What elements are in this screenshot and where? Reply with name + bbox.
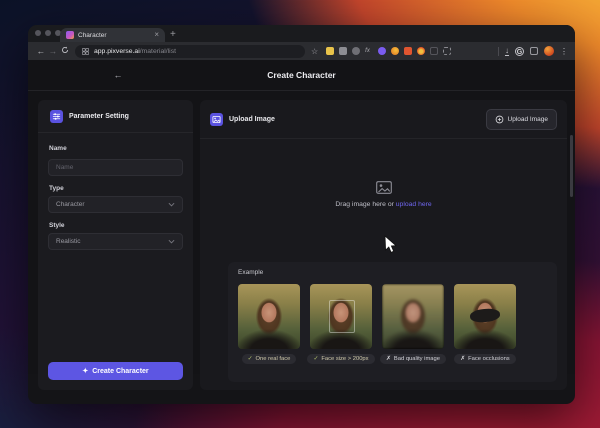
example-title: Example: [238, 269, 557, 276]
traffic-light-minimize[interactable]: [45, 30, 51, 36]
desktop-wallpaper: Character × + ← → app.pixverse.ai/materi…: [0, 0, 600, 428]
upload-panel-title: Upload Image: [229, 116, 275, 123]
name-input[interactable]: [48, 159, 183, 176]
example-row: ✓ One real face ✓ Face size > 200px: [228, 284, 557, 364]
cross-icon: ✗: [386, 356, 391, 362]
extension-icon[interactable]: [352, 47, 360, 55]
extension-icon[interactable]: [430, 47, 438, 55]
example-card-face-occlusions: ✗ Face occlusions: [454, 284, 516, 364]
url-path: /material/list: [140, 48, 176, 55]
check-icon: ✓: [248, 356, 253, 362]
example-card-one-real-face: ✓ One real face: [238, 284, 300, 364]
extension-fx-icon[interactable]: fx: [365, 47, 373, 55]
extension-icon[interactable]: [326, 47, 334, 55]
extensions-puzzle-icon[interactable]: [443, 47, 451, 55]
extensions-row: fx: [326, 47, 451, 55]
example-image: [454, 284, 516, 349]
scrollbar-thumb[interactable]: [570, 135, 573, 197]
chevron-down-icon: [168, 202, 175, 207]
style-select-value: Realistic: [56, 238, 81, 245]
image-placeholder-icon: [376, 181, 392, 194]
back-icon[interactable]: ←: [35, 46, 47, 56]
upload-image-icon: [210, 113, 223, 126]
name-label: Name: [49, 145, 183, 152]
forward-icon[interactable]: →: [47, 46, 59, 56]
page-back-button[interactable]: ←: [110, 67, 126, 83]
dropzone-text: Drag image here or upload here: [335, 201, 431, 208]
example-card-bad-quality: ✗ Bad quality image: [382, 284, 444, 364]
drag-text: Drag image here or: [335, 201, 394, 208]
bookmark-star-icon[interactable]: ☆: [311, 47, 318, 56]
upload-here-link[interactable]: upload here: [396, 201, 432, 208]
extension-icon[interactable]: [339, 47, 347, 55]
sidepanel-icon[interactable]: [530, 47, 538, 55]
sparkle-icon: ✦: [82, 367, 88, 375]
extension-icon[interactable]: [417, 47, 425, 55]
chevron-down-icon: [168, 239, 175, 244]
page-title: Create Character: [267, 70, 336, 80]
address-bar[interactable]: app.pixverse.ai/material/list: [75, 45, 305, 58]
parameter-panel-title: Parameter Setting: [69, 113, 129, 120]
extension-icon[interactable]: [391, 47, 399, 55]
type-select-value: Character: [56, 201, 85, 208]
example-card-face-size: ✓ Face size > 200px: [310, 284, 372, 364]
cross-icon: ✗: [460, 356, 465, 362]
example-caption: ✗ Bad quality image: [380, 354, 446, 364]
page-header: ← Create Character: [28, 60, 575, 91]
toolbar-separator: [498, 47, 499, 56]
toolbar-right-group: ↓ G ⋮: [498, 46, 568, 56]
upload-image-panel: Upload Image Upload Image Drag image her…: [200, 100, 567, 390]
site-settings-icon: [82, 48, 89, 55]
example-image: [310, 284, 372, 349]
browser-menu-icon[interactable]: ⋮: [560, 47, 568, 56]
extension-icon[interactable]: [404, 47, 412, 55]
downloads-icon[interactable]: ↓: [505, 47, 509, 56]
new-tab-button[interactable]: +: [170, 28, 176, 41]
type-label: Type: [49, 185, 183, 192]
parameter-form: Name Type Character Style Realistic: [38, 133, 193, 250]
url-host: app.pixverse.ai: [94, 48, 140, 55]
example-caption: ✗ Face occlusions: [454, 354, 515, 364]
traffic-light-close[interactable]: [35, 30, 41, 36]
face-size-box-overlay: [329, 300, 355, 333]
pixverse-favicon-icon: [66, 31, 74, 39]
create-character-button[interactable]: ✦ Create Character: [48, 362, 183, 380]
style-label: Style: [49, 222, 183, 229]
image-dropzone[interactable]: Drag image here or upload here: [200, 139, 567, 262]
dropzone-content: Drag image here or upload here: [200, 181, 567, 208]
parameter-setting-panel: Parameter Setting Name Type Character St…: [38, 100, 193, 390]
style-select[interactable]: Realistic: [48, 233, 183, 250]
browser-toolbar: ← → app.pixverse.ai/material/list ☆ fx: [28, 42, 575, 60]
google-icon[interactable]: G: [515, 47, 524, 56]
parameter-panel-header: Parameter Setting: [38, 100, 193, 133]
upload-image-button[interactable]: Upload Image: [486, 109, 557, 130]
upload-panel-header: Upload Image Upload Image: [200, 100, 567, 139]
browser-window: Character × + ← → app.pixverse.ai/materi…: [28, 25, 575, 404]
page-content: ← Create Character Parameter Setting Nam…: [28, 60, 575, 374]
example-image: [238, 284, 300, 349]
parameter-setting-icon: [50, 110, 63, 123]
upload-button-label: Upload Image: [508, 116, 548, 123]
example-section: Example ✓ One real face ✓: [228, 262, 557, 382]
example-caption: ✓ One real face: [242, 354, 297, 364]
browser-tab-character[interactable]: Character ×: [60, 28, 165, 42]
extension-icon[interactable]: [378, 47, 386, 55]
reload-icon[interactable]: [59, 46, 71, 56]
mouse-cursor: [384, 235, 398, 254]
type-select[interactable]: Character: [48, 196, 183, 213]
tab-close-icon[interactable]: ×: [154, 31, 159, 39]
create-character-label: Create Character: [92, 368, 148, 375]
profile-avatar[interactable]: [544, 46, 554, 56]
example-image: [382, 284, 444, 349]
circle-plus-icon: [495, 115, 504, 124]
example-caption: ✓ Face size > 200px: [307, 354, 374, 364]
check-icon: ✓: [313, 356, 318, 362]
tab-title: Character: [78, 32, 154, 39]
tab-strip: Character × +: [28, 25, 575, 42]
